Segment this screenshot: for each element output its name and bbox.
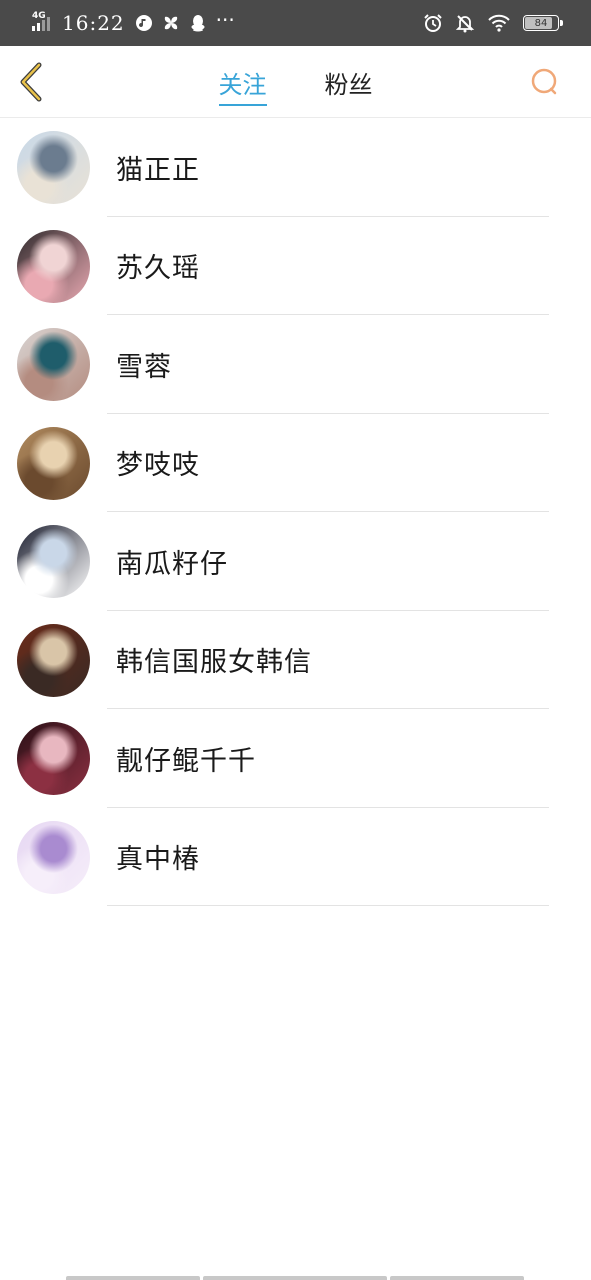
list-item[interactable]: 梦吱吱 xyxy=(0,414,591,512)
avatar[interactable] xyxy=(17,229,90,303)
list-item[interactable]: 真中椿 xyxy=(0,808,591,906)
battery-level: 84 xyxy=(534,17,548,29)
avatar[interactable] xyxy=(17,426,90,500)
more-notifications-icon: ··· xyxy=(215,8,235,32)
tab-following[interactable]: 关注 xyxy=(218,65,267,106)
list-item[interactable]: 靓仔鲲千千 xyxy=(0,709,591,808)
avatar[interactable] xyxy=(17,328,90,401)
user-name: 梦吱吱 xyxy=(116,450,200,481)
qq-app-icon xyxy=(191,15,205,32)
user-name: 雪蓉 xyxy=(116,351,172,383)
list-item[interactable]: 韩信国服女韩信 xyxy=(0,611,591,709)
user-name: 真中椿 xyxy=(116,844,200,875)
list-item[interactable]: 猫正正 xyxy=(0,118,591,217)
avatar[interactable] xyxy=(17,722,90,795)
avatar[interactable] xyxy=(17,623,90,697)
user-name: 猫正正 xyxy=(116,154,200,186)
tab-bar: 关注 粉丝 xyxy=(0,46,591,118)
bell-muted-icon xyxy=(455,15,475,33)
list-item[interactable]: 苏久瑶 xyxy=(0,217,591,315)
list-item[interactable]: 南瓜籽仔 xyxy=(0,512,591,611)
user-name: 南瓜籽仔 xyxy=(116,548,228,580)
status-bar-right: 84 xyxy=(423,0,563,46)
user-name: 苏久瑶 xyxy=(116,253,200,284)
pinwheel-app-icon xyxy=(164,16,177,30)
top-nav: 关注 粉丝 xyxy=(0,46,591,118)
user-name: 韩信国服女韩信 xyxy=(116,647,312,678)
signal-icon: 4G xyxy=(30,11,56,33)
avatar[interactable] xyxy=(17,820,90,894)
gesture-bar[interactable] xyxy=(66,1276,526,1280)
battery-icon: 84 xyxy=(523,15,563,31)
search-icon[interactable] xyxy=(529,66,561,98)
avatar[interactable] xyxy=(17,525,90,598)
alarm-icon xyxy=(424,14,442,32)
wifi-icon xyxy=(488,14,510,32)
status-bar: 4G 16:22 ··· 84 xyxy=(0,0,591,46)
list-item[interactable]: 雪蓉 xyxy=(0,315,591,414)
divider xyxy=(107,905,549,906)
following-list: 猫正正苏久瑶雪蓉梦吱吱南瓜籽仔韩信国服女韩信 靓仔鲲千千真中椿 xyxy=(0,118,591,906)
status-bar-left: 4G 16:22 ··· xyxy=(30,0,235,46)
clock: 16:22 xyxy=(62,11,125,35)
music-app-icon xyxy=(135,15,152,31)
avatar[interactable] xyxy=(17,131,90,204)
user-name: 靓仔鲲千千 xyxy=(116,745,256,777)
tab-fans[interactable]: 粉丝 xyxy=(325,65,373,100)
